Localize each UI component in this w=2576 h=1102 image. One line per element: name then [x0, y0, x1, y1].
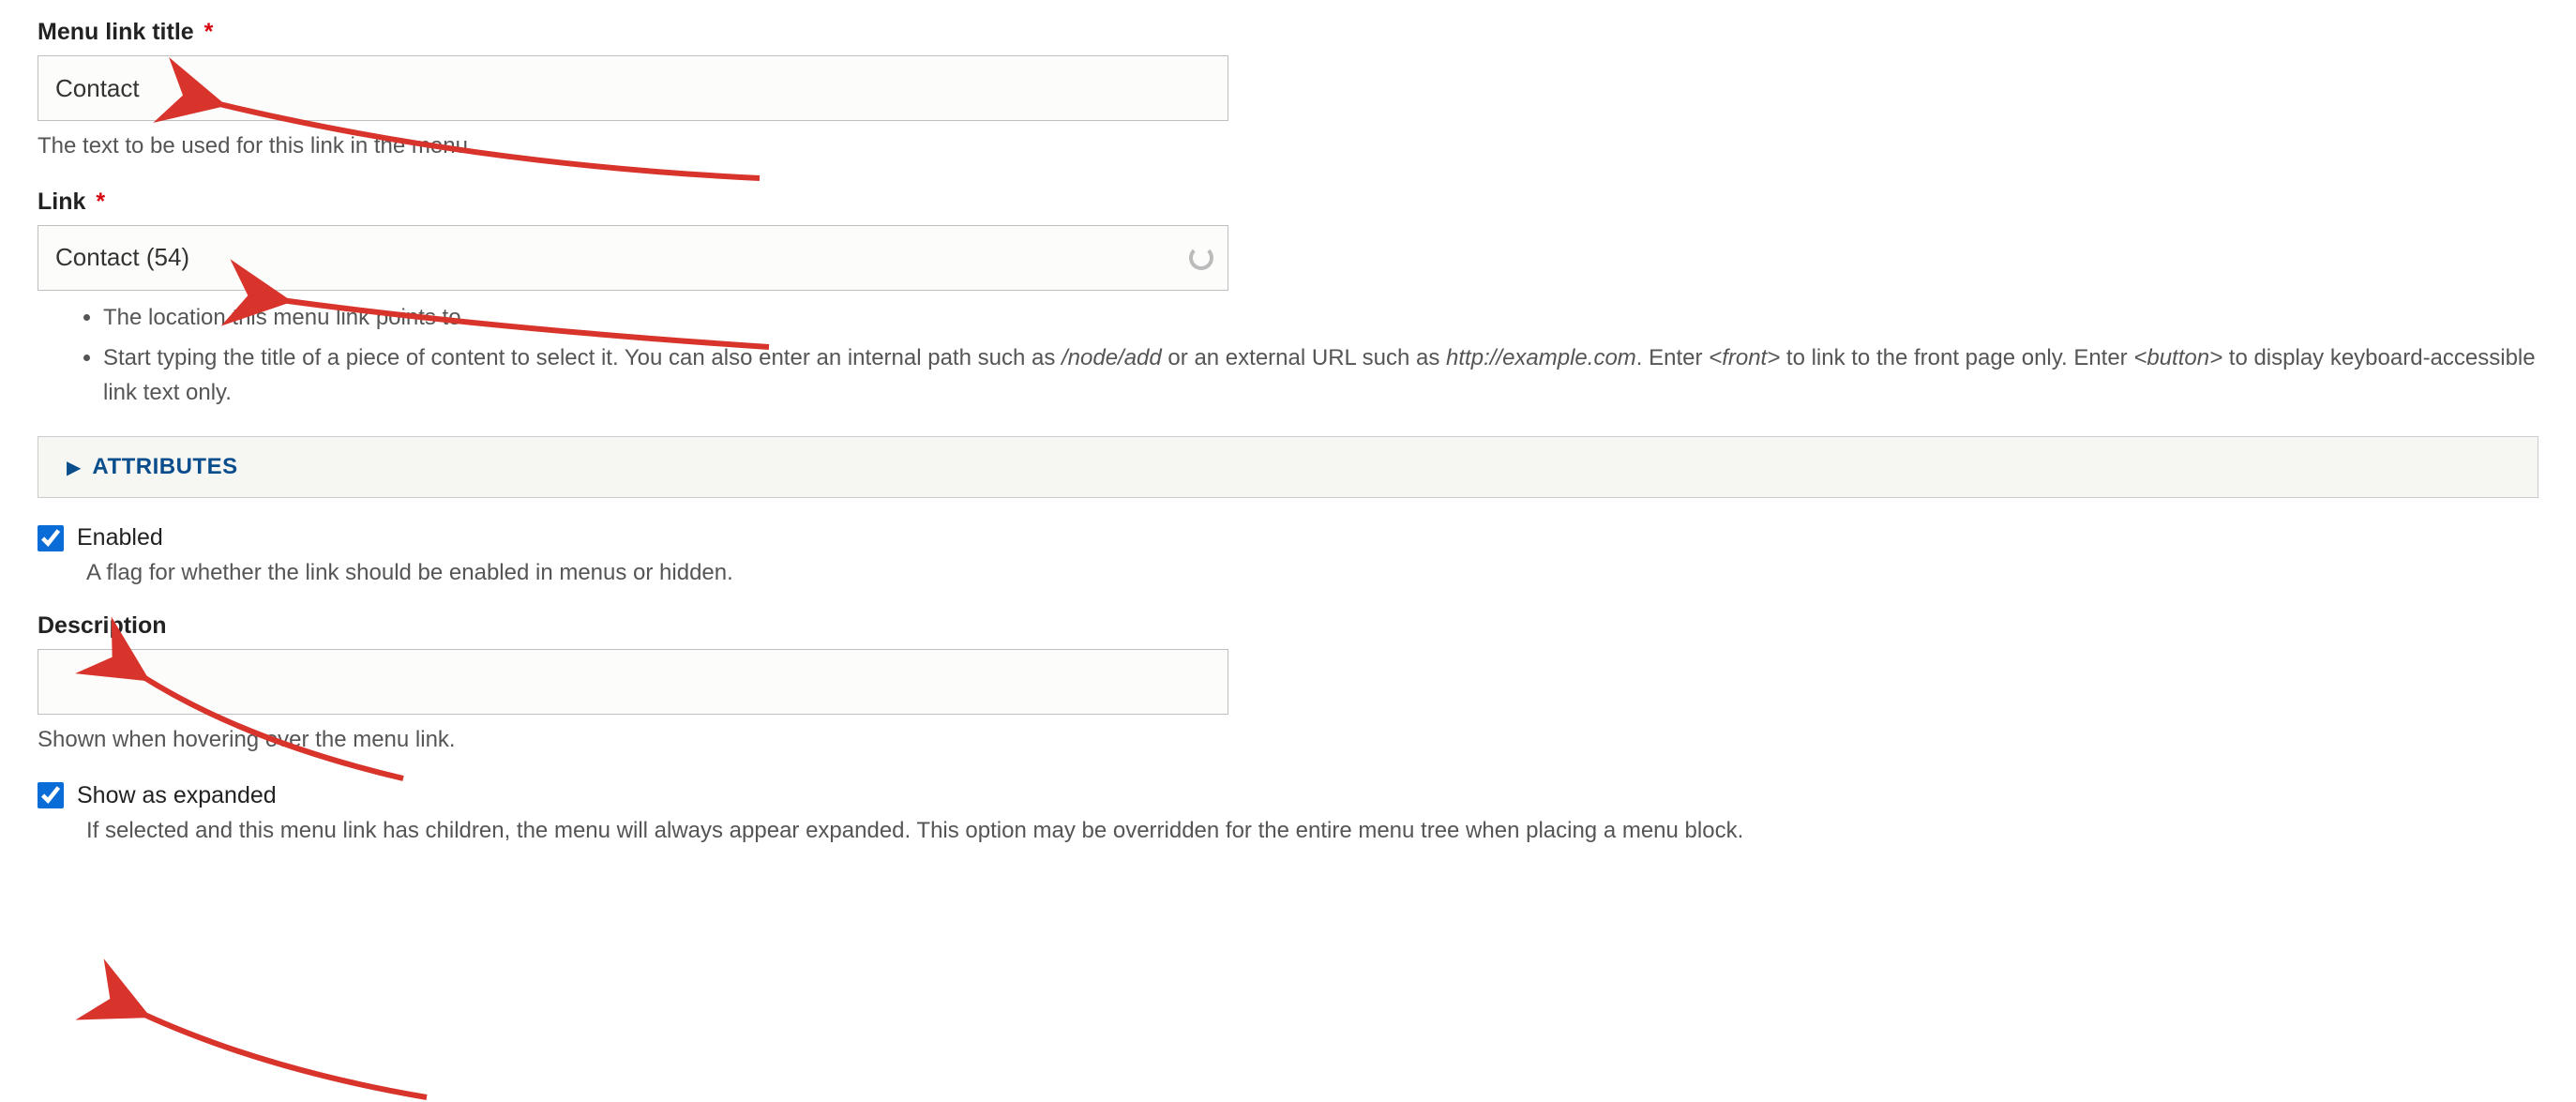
link-autocomplete-wrap: [38, 225, 1228, 291]
expanded-description: If selected and this menu link has child…: [86, 815, 2538, 848]
annotation-arrow-icon: [141, 1013, 427, 1097]
menu-link-title-field-wrapper: Menu link title * The text to be used fo…: [38, 19, 2538, 162]
link-input[interactable]: [38, 225, 1228, 291]
triangle-right-icon: ▶: [67, 456, 81, 479]
enabled-description: A flag for whether the link should be en…: [86, 557, 2538, 590]
link-description-item: Start typing the title of a piece of con…: [103, 340, 2538, 410]
link-description-item: The location this menu link points to.: [103, 300, 2538, 335]
attributes-title: ATTRIBUTES: [92, 454, 237, 480]
required-marker-icon: *: [96, 189, 105, 215]
enabled-checkbox[interactable]: [38, 525, 64, 551]
description-label: Description: [38, 612, 2538, 640]
menu-link-title-input[interactable]: [38, 55, 1228, 121]
description-input[interactable]: [38, 649, 1228, 715]
description-help: Shown when hovering over the menu link.: [38, 724, 2538, 756]
link-label: Link *: [38, 189, 2538, 216]
menu-link-title-label-text: Menu link title: [38, 19, 194, 45]
autocomplete-spinner-icon: [1189, 246, 1213, 270]
attributes-details-toggle[interactable]: ▶ ATTRIBUTES: [38, 436, 2538, 498]
expanded-label[interactable]: Show as expanded: [77, 782, 277, 809]
expanded-checkbox[interactable]: [38, 782, 64, 808]
enabled-field-wrapper: Enabled A flag for whether the link shou…: [38, 524, 2538, 590]
description-field-wrapper: Description Shown when hovering over the…: [38, 612, 2538, 756]
enabled-label[interactable]: Enabled: [77, 524, 163, 551]
menu-link-title-description: The text to be used for this link in the…: [38, 130, 2538, 162]
menu-link-title-label: Menu link title *: [38, 19, 2538, 46]
link-description-list: The location this menu link points to. S…: [38, 300, 2538, 411]
link-label-text: Link: [38, 189, 85, 215]
expanded-field-wrapper: Show as expanded If selected and this me…: [38, 782, 2538, 848]
link-field-wrapper: Link * The location this menu link point…: [38, 189, 2538, 411]
required-marker-icon: *: [204, 19, 214, 45]
